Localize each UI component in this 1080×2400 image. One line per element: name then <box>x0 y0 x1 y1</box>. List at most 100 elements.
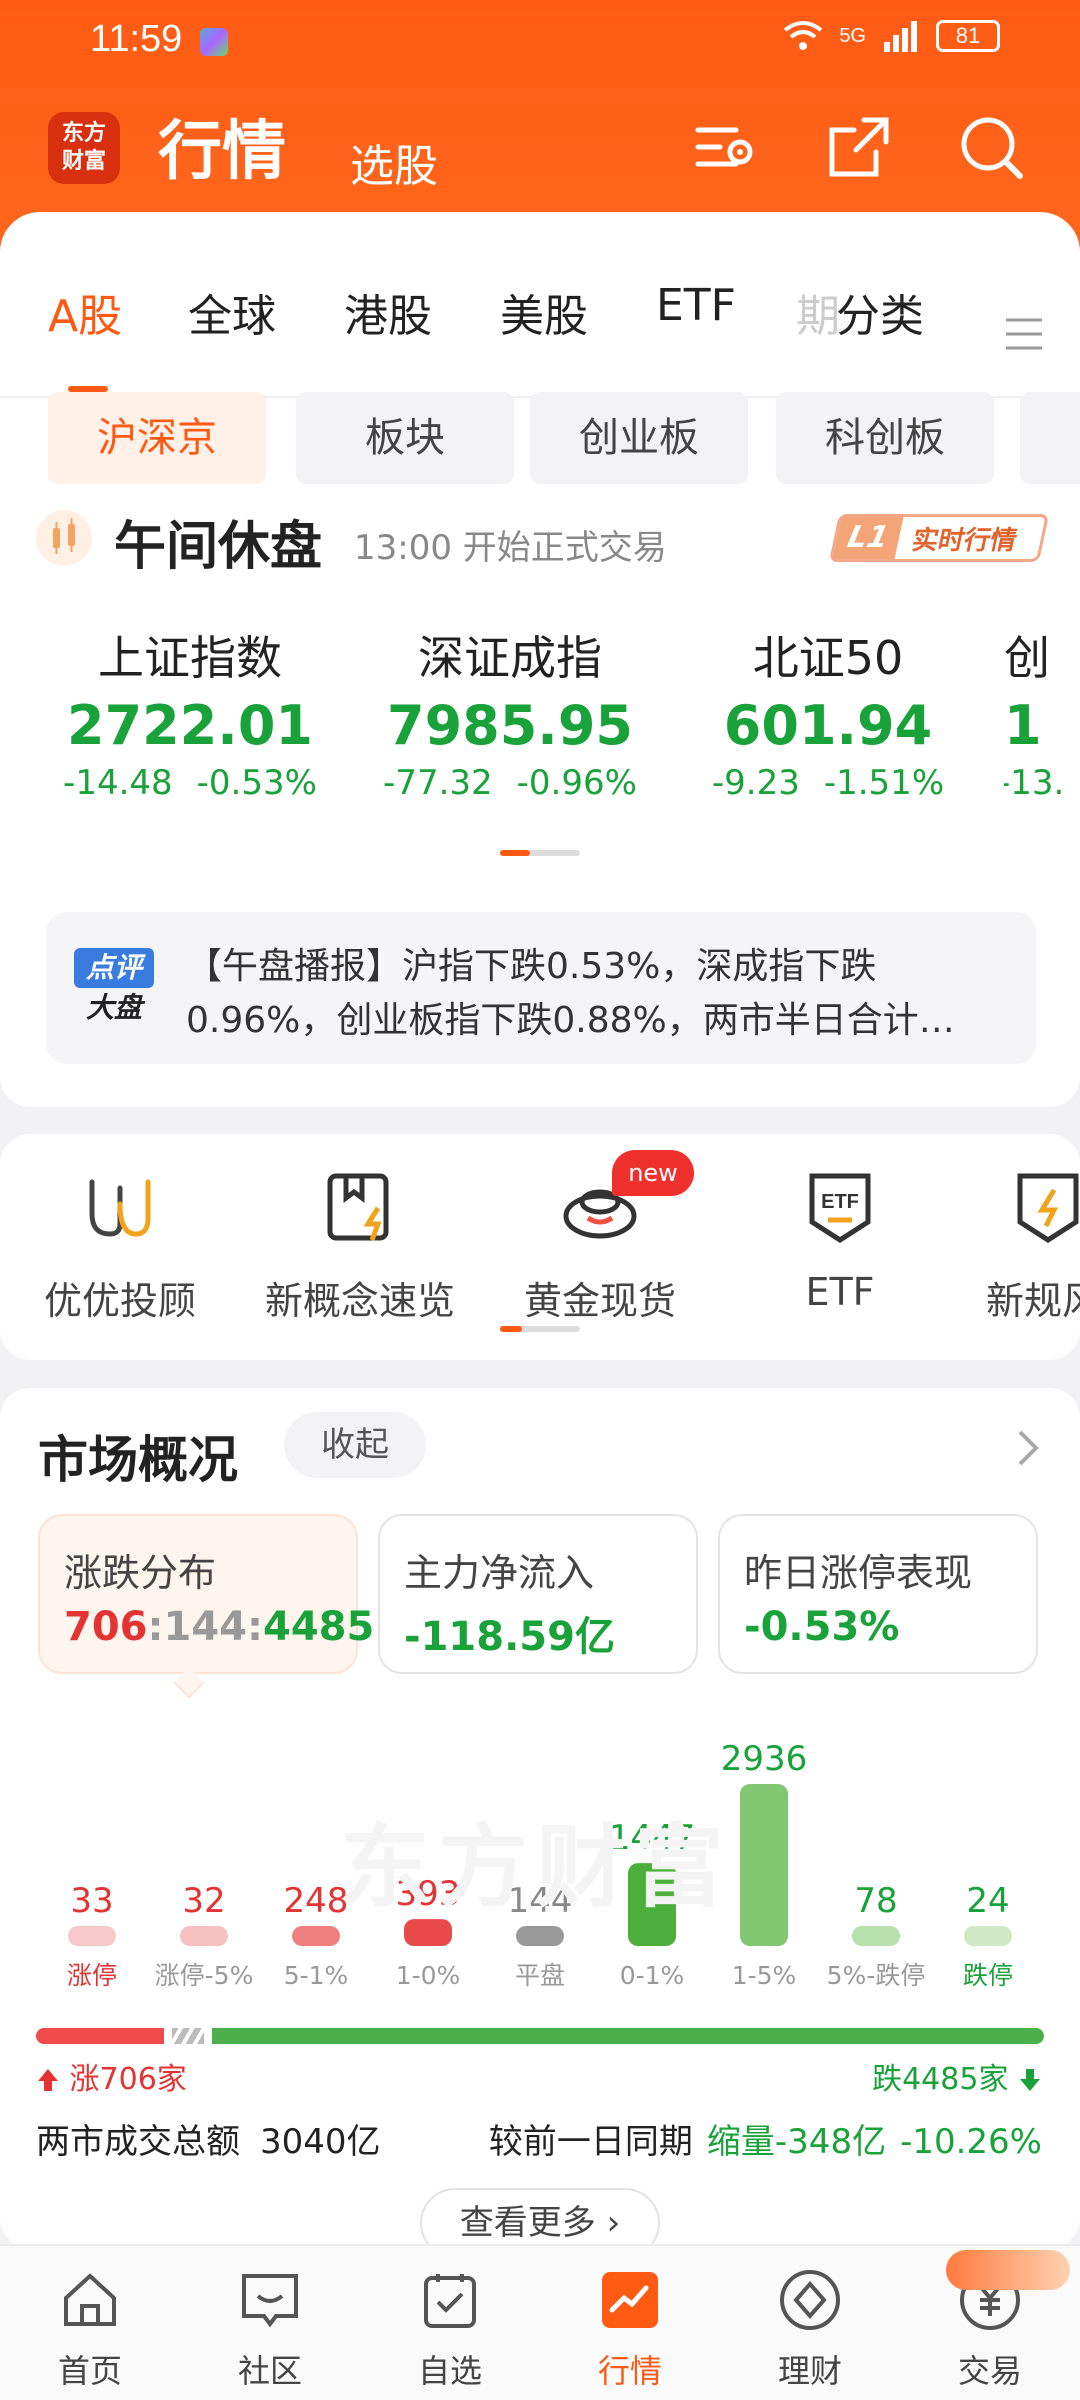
stock-picker-tab[interactable]: 选股 <box>350 130 438 194</box>
candlestick-icon <box>36 510 92 566</box>
distribution-bar <box>852 1926 900 1946</box>
index-name: 北证50 <box>752 631 904 685</box>
chip-star[interactable]: 科创板 <box>776 392 994 484</box>
watermark: 东方财富 <box>340 1815 732 1920</box>
shortcut-pager <box>500 1326 580 1332</box>
nav-wealth[interactable]: 理财 <box>720 2268 900 2392</box>
page-title: 行情 <box>158 115 286 189</box>
index-card[interactable]: 深证成指 7985.95 -77.32 -0.96% <box>350 622 670 803</box>
index-pct: -0.53% <box>196 763 317 803</box>
new-badge: new <box>612 1150 694 1196</box>
network-type: 5G <box>839 24 866 47</box>
index-name: 创 <box>1004 631 1050 685</box>
index-name: 深证成指 <box>418 631 602 685</box>
chip-shanghai-shenzhen[interactable]: 沪深京 <box>48 392 266 484</box>
index-change: -77.32 <box>383 763 493 803</box>
stat-rise-fall-distribution[interactable]: 涨跌分布 706:144:4485 <box>38 1514 374 1674</box>
total-turnover: 两市成交总额 3040亿 <box>36 2122 381 2162</box>
distribution-bar <box>68 1926 116 1946</box>
share-icon[interactable] <box>824 112 894 182</box>
bottom-navigation: 首页 社区 自选 行情 理财 交易 <box>0 2244 1080 2400</box>
app-logo: 东方 财富 <box>48 112 120 184</box>
tab-us[interactable]: 美股 <box>500 280 588 344</box>
shortcut-new-rules[interactable]: 新规风 <box>960 1168 1080 1325</box>
search-icon[interactable] <box>956 112 1026 182</box>
tab-global[interactable]: 全球 <box>188 280 276 344</box>
chat-icon <box>242 2274 298 2328</box>
index-value: 2722.01 <box>67 694 313 757</box>
l1-label: L1 <box>832 517 904 559</box>
nav-watchlist[interactable]: 自选 <box>360 2268 540 2392</box>
bar-value-label: 24 <box>966 1881 1009 1921</box>
bar-category-label: 1-5% <box>732 1961 797 1990</box>
section-title: 市场概况 <box>38 1431 238 1489</box>
distribution-bar <box>292 1926 340 1946</box>
bar-category-label: 涨停 <box>67 1961 117 1990</box>
market-subtabs: 沪深京 板块 创业板 科创板 <box>0 392 1080 484</box>
wealth-diamond-icon <box>780 2270 840 2330</box>
nav-market[interactable]: 行情 <box>540 2268 720 2392</box>
shield-bolt-icon <box>1017 1173 1079 1243</box>
session-subtitle: 13:00 开始正式交易 <box>354 528 667 568</box>
shortcut-etf[interactable]: ETF ETF <box>720 1168 960 1314</box>
tab-a-shares[interactable]: A股 <box>48 280 122 344</box>
logo-text: 东方 财富 <box>61 121 106 174</box>
tab-etf[interactable]: ETF <box>656 280 736 331</box>
chip-more-truncated[interactable] <box>1020 392 1080 484</box>
realtime-label: 实时行情 <box>909 525 1020 556</box>
index-card-truncated[interactable]: 创 1 -13. <box>1004 622 1080 803</box>
shortcut-uu-advisor[interactable]: 优优投顾 <box>0 1168 240 1325</box>
index-change: -9.23 <box>711 763 800 803</box>
index-value: 1 <box>1004 694 1042 757</box>
bar-value-label: 248 <box>284 1881 349 1921</box>
commentary-text: 【午盘播报】沪指下跌0.53%，深成指下跌0.96%，创业板指下跌0.88%，两… <box>186 946 955 1041</box>
wifi-icon <box>784 21 823 50</box>
index-change: -14.48 <box>63 763 173 803</box>
nav-community[interactable]: 社区 <box>180 2268 360 2392</box>
stat-yesterday-limit-up[interactable]: 昨日涨停表现 -0.53% <box>718 1514 1038 1674</box>
shortcut-new-concepts[interactable]: 新概念速览 <box>240 1168 480 1325</box>
index-change: -13. <box>1004 763 1065 803</box>
uu-icon <box>89 1179 151 1237</box>
index-value: 601.94 <box>723 694 933 757</box>
index-card[interactable]: 上证指数 2722.01 -14.48 -0.53% <box>30 622 350 803</box>
tab-futures-truncated[interactable]: 期 <box>796 280 840 344</box>
rise-fall-distribution-chart: 东方财富 33 涨停 32 涨停-5% 248 5-1% 393 1-0% 144 平盘 1447 0… <box>0 1698 1080 2028</box>
stat-main-net-inflow[interactable]: 主力净流入 -118.59亿 <box>378 1514 698 1674</box>
chip-sector[interactable]: 板块 <box>296 392 514 484</box>
view-more-button[interactable]: 查看更多 › <box>420 2188 660 2248</box>
chip-chinext[interactable]: 创业板 <box>530 392 748 484</box>
arrow-down-icon <box>1020 2069 1040 2091</box>
collapse-button[interactable]: 收起 <box>284 1412 426 1478</box>
watchlist-icon <box>424 2274 476 2328</box>
bar-category-label: 跌停 <box>963 1961 1013 1990</box>
fall-count: 4485 <box>263 1604 375 1650</box>
chevron-right-icon[interactable] <box>1012 1428 1042 1468</box>
etf-shield-icon: ETF <box>809 1173 871 1243</box>
signal-icon <box>884 21 917 52</box>
status-time: 11:59 <box>90 18 183 60</box>
market-commentary[interactable]: 点评 大盘 【午盘播报】沪指下跌0.53%，深成指下跌0.96%，创业板指下跌0… <box>46 912 1036 1064</box>
nav-home[interactable]: 首页 <box>0 2268 180 2392</box>
bar-category-label: 5%-跌停 <box>827 1961 926 1990</box>
rise-count: 706 <box>64 1604 148 1650</box>
bar-category-label: 涨停-5% <box>155 1961 254 1990</box>
commentary-badge: 点评 大盘 <box>74 948 154 1028</box>
turnover-compare: 较前一日同期 缩量-348亿 -10.26% <box>488 2122 1042 2162</box>
tab-hk[interactable]: 港股 <box>344 280 432 344</box>
index-pct: -1.51% <box>823 763 945 803</box>
realtime-quote-badge[interactable]: L1 实时行情 <box>828 514 1050 562</box>
settings-list-icon[interactable] <box>690 112 760 182</box>
index-card[interactable]: 北证50 601.94 -9.23 -1.51% <box>668 622 988 803</box>
menu-icon[interactable] <box>1004 314 1044 354</box>
arrow-up-icon <box>38 2069 58 2091</box>
flat-count: 144 <box>163 1604 248 1650</box>
floating-assistant-pill[interactable] <box>946 2250 1070 2290</box>
fall-total-label: 跌4485家 <box>872 2054 1042 2098</box>
status-bar: 11:59 5G 81 <box>0 14 1080 70</box>
bar-category-label: 0-1% <box>620 1961 685 1990</box>
market-tabs: A股 全球 港股 美股 ETF 期 分类 <box>0 250 1080 398</box>
shortcut-row: 优优投顾 新概念速览 黄金现货 ETF ETF 新规风 new <box>0 1134 1080 1360</box>
session-title: 午间休盘 <box>114 517 323 577</box>
tab-category[interactable]: 分类 <box>836 280 924 344</box>
